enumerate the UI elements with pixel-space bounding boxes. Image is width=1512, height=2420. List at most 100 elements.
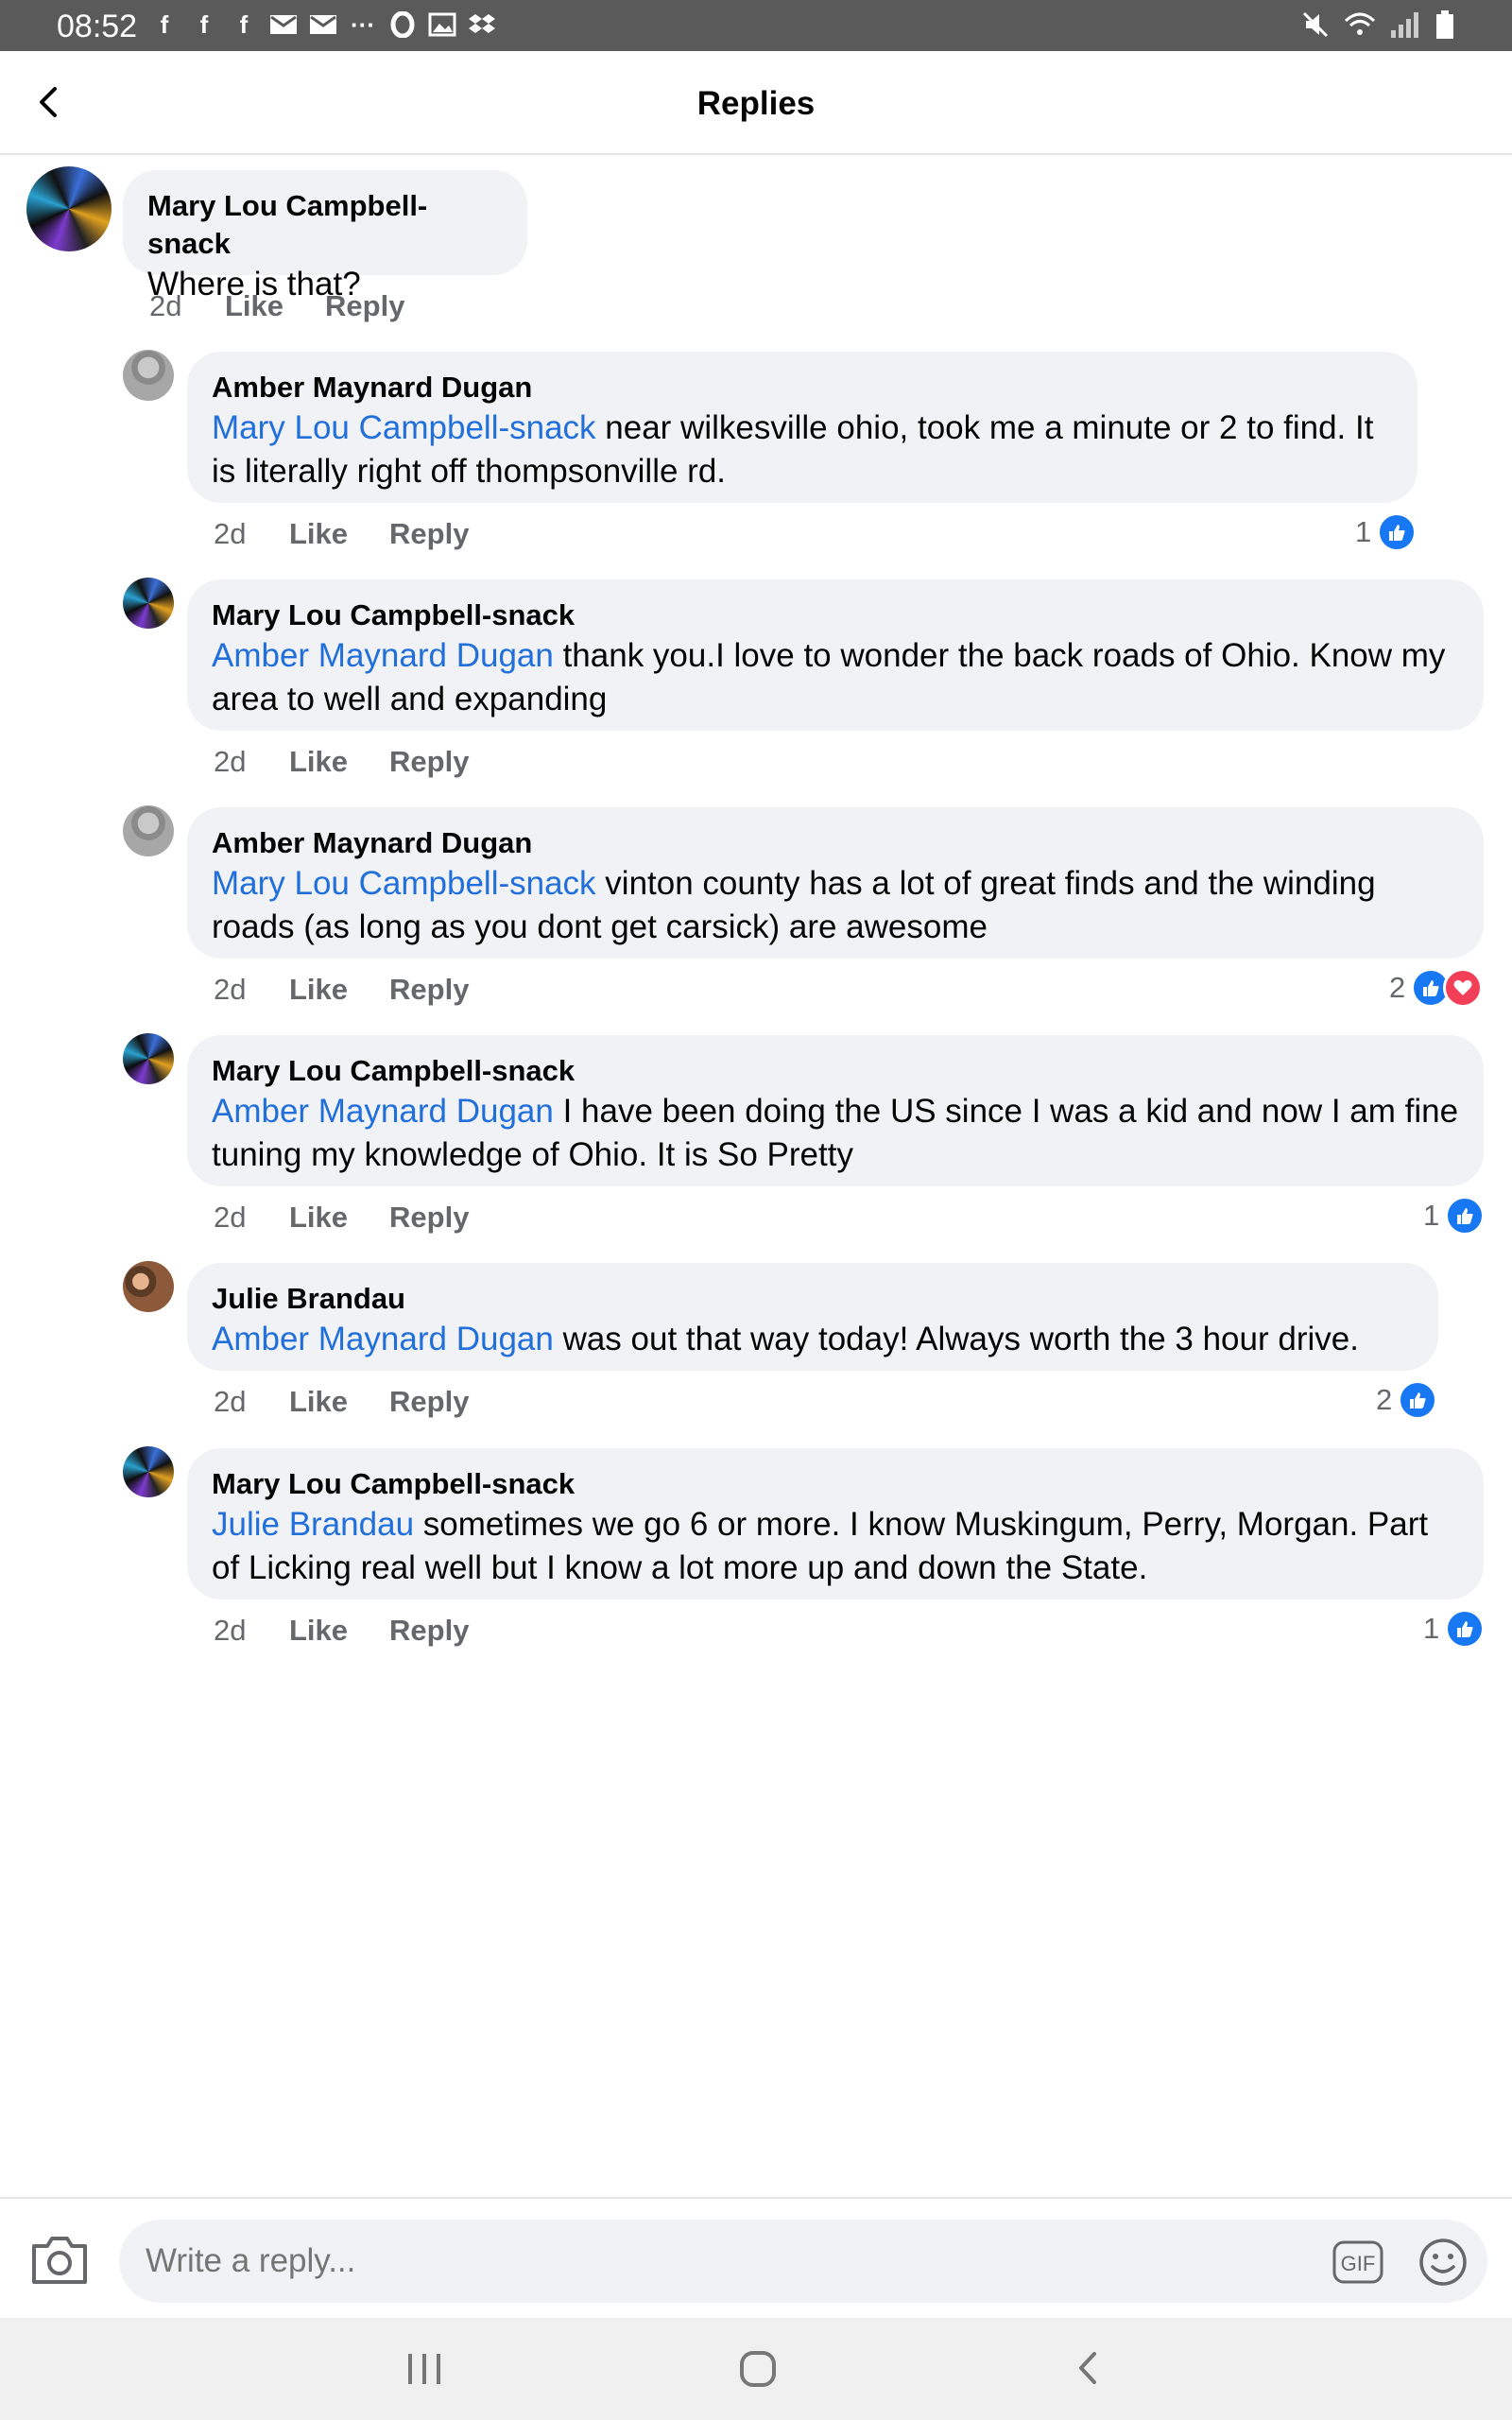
avatar[interactable]	[123, 350, 174, 401]
reaction-summary[interactable]: 2	[1389, 968, 1484, 1008]
recent-apps-button[interactable]	[401, 2348, 448, 2390]
comment-time: 2d	[149, 289, 182, 322]
reply-comment: Mary Lou Campbell-snack Amber Maynard Du…	[0, 578, 1512, 795]
comment-author[interactable]: Julie Brandau	[212, 1280, 1414, 1318]
mention-link[interactable]: Amber Maynard Dugan	[212, 1093, 554, 1130]
gif-button[interactable]: GIF	[1332, 2240, 1383, 2284]
like-button[interactable]: Like	[289, 1385, 348, 1419]
reply-button[interactable]: Reply	[389, 1614, 469, 1648]
avatar[interactable]	[26, 166, 112, 251]
mention-link[interactable]: Amber Maynard Dugan	[212, 1321, 554, 1357]
reaction-summary[interactable]: 2	[1376, 1380, 1438, 1420]
avatar[interactable]	[123, 1446, 174, 1497]
comment-bubble[interactable]: Amber Maynard Dugan Mary Lou Campbell-sn…	[187, 352, 1418, 503]
comment-bubble[interactable]: Mary Lou Campbell-snack Amber Maynard Du…	[187, 579, 1484, 731]
battery-icon	[1435, 9, 1455, 44]
reaction-summary[interactable]: 1	[1423, 1196, 1486, 1236]
facebook-icon: f	[160, 9, 169, 39]
opera-icon	[387, 9, 418, 40]
comment-time: 2d	[214, 1201, 247, 1234]
mention-link[interactable]: Mary Lou Campbell-snack	[212, 865, 596, 902]
avatar[interactable]	[123, 1261, 174, 1312]
comment-actions: 2d Like Reply	[149, 289, 446, 323]
like-button[interactable]: Like	[289, 973, 348, 1007]
home-icon	[740, 2351, 776, 2387]
comment-bubble[interactable]: Mary Lou Campbell-snack Where is that?	[123, 170, 527, 302]
comment-time: 2d	[214, 517, 247, 550]
comment-time: 2d	[214, 1385, 247, 1418]
reply-button[interactable]: Reply	[389, 517, 469, 551]
system-back-button[interactable]	[1068, 2346, 1111, 2390]
comment-text: Amber Maynard Dugan was out that way tod…	[212, 1318, 1414, 1361]
like-button[interactable]: Like	[289, 1614, 348, 1648]
like-reaction-icon	[1445, 1196, 1486, 1236]
comment-bubble[interactable]: Julie Brandau Amber Maynard Dugan was ou…	[187, 1263, 1438, 1371]
signal-icon	[1389, 9, 1421, 44]
home-button[interactable]	[737, 2348, 779, 2390]
avatar[interactable]	[123, 578, 174, 629]
comment-text: Amber Maynard Dugan I have been doing th…	[212, 1090, 1459, 1177]
mute-icon	[1300, 9, 1331, 44]
camera-button[interactable]	[28, 2231, 91, 2288]
reply-comment: Amber Maynard Dugan Mary Lou Campbell-sn…	[0, 350, 1512, 567]
comment-time: 2d	[214, 973, 247, 1006]
gif-icon: GIF	[1332, 2240, 1383, 2284]
like-button[interactable]: Like	[289, 745, 348, 779]
love-reaction-icon	[1443, 968, 1484, 1008]
reply-button[interactable]: Reply	[389, 745, 469, 779]
back-arrow-icon	[1079, 2352, 1096, 2384]
comment-author[interactable]: Amber Maynard Dugan	[212, 369, 1393, 406]
mention-link[interactable]: Julie Brandau	[212, 1506, 414, 1543]
avatar[interactable]	[123, 805, 174, 856]
more-dots-icon: ···	[351, 9, 375, 39]
mail-icon	[268, 9, 299, 40]
reaction-summary[interactable]: 1	[1423, 1609, 1486, 1649]
reply-composer: GIF	[0, 2197, 1512, 2318]
comment-author[interactable]: Mary Lou Campbell-snack	[212, 596, 1459, 634]
like-button[interactable]: Like	[289, 517, 348, 551]
reply-comment: Amber Maynard Dugan Mary Lou Campbell-sn…	[0, 805, 1512, 1023]
parent-comment: Mary Lou Campbell-snack Where is that? 2…	[0, 151, 1512, 340]
comment-actions: 2d Like Reply	[214, 973, 510, 1007]
avatar[interactable]	[123, 1033, 174, 1084]
camera-icon	[32, 2237, 87, 2284]
comment-text: Amber Maynard Dugan thank you.I love to …	[212, 634, 1459, 721]
reply-button[interactable]: Reply	[325, 289, 404, 323]
reaction-count: 1	[1423, 1199, 1440, 1232]
comment-bubble[interactable]: Mary Lou Campbell-snack Amber Maynard Du…	[187, 1035, 1484, 1186]
notification-icons: f f f ···	[149, 9, 497, 40]
comment-actions: 2d Like Reply	[214, 517, 510, 551]
reply-button[interactable]: Reply	[389, 1385, 469, 1419]
emoji-button[interactable]	[1418, 2237, 1469, 2288]
comment-bubble[interactable]: Mary Lou Campbell-snack Julie Brandau so…	[187, 1448, 1484, 1599]
like-reaction-icon	[1398, 1380, 1438, 1420]
status-time: 08:52	[57, 9, 138, 44]
comment-text: Mary Lou Campbell-snack near wilkesville…	[212, 406, 1393, 493]
comment-author[interactable]: Mary Lou Campbell-snack	[212, 1052, 1459, 1090]
comment-bubble[interactable]: Amber Maynard Dugan Mary Lou Campbell-sn…	[187, 807, 1484, 959]
comment-time: 2d	[214, 1614, 247, 1647]
comment-actions: 2d Like Reply	[214, 1385, 510, 1419]
like-button[interactable]: Like	[225, 289, 284, 323]
reply-comment: Julie Brandau Amber Maynard Dugan was ou…	[0, 1261, 1512, 1441]
reaction-count: 1	[1355, 515, 1372, 548]
system-nav-bar	[0, 2318, 1512, 2420]
mention-link[interactable]: Mary Lou Campbell-snack	[212, 409, 596, 446]
comment-author[interactable]: Mary Lou Campbell-snack	[147, 187, 503, 263]
like-button[interactable]: Like	[289, 1201, 348, 1235]
comment-text: Julie Brandau sometimes we go 6 or more.…	[212, 1503, 1459, 1590]
reply-button[interactable]: Reply	[389, 1201, 469, 1235]
comment-actions: 2d Like Reply	[214, 1201, 510, 1235]
reply-input[interactable]	[119, 2220, 1487, 2303]
comment-author[interactable]: Amber Maynard Dugan	[212, 824, 1459, 862]
like-reaction-icon	[1445, 1609, 1486, 1649]
comment-author[interactable]: Mary Lou Campbell-snack	[212, 1465, 1459, 1503]
status-bar: 08:52 f f f ···	[0, 0, 1512, 51]
reply-button[interactable]: Reply	[389, 973, 469, 1007]
reaction-count: 2	[1389, 971, 1406, 1004]
mention-link[interactable]: Amber Maynard Dugan	[212, 637, 554, 674]
reply-comment: Mary Lou Campbell-snack Amber Maynard Du…	[0, 1033, 1512, 1251]
like-reaction-icon	[1377, 512, 1418, 552]
reaction-summary[interactable]: 1	[1355, 512, 1418, 552]
comment-text-body: was out that way today! Always worth the…	[553, 1321, 1359, 1357]
